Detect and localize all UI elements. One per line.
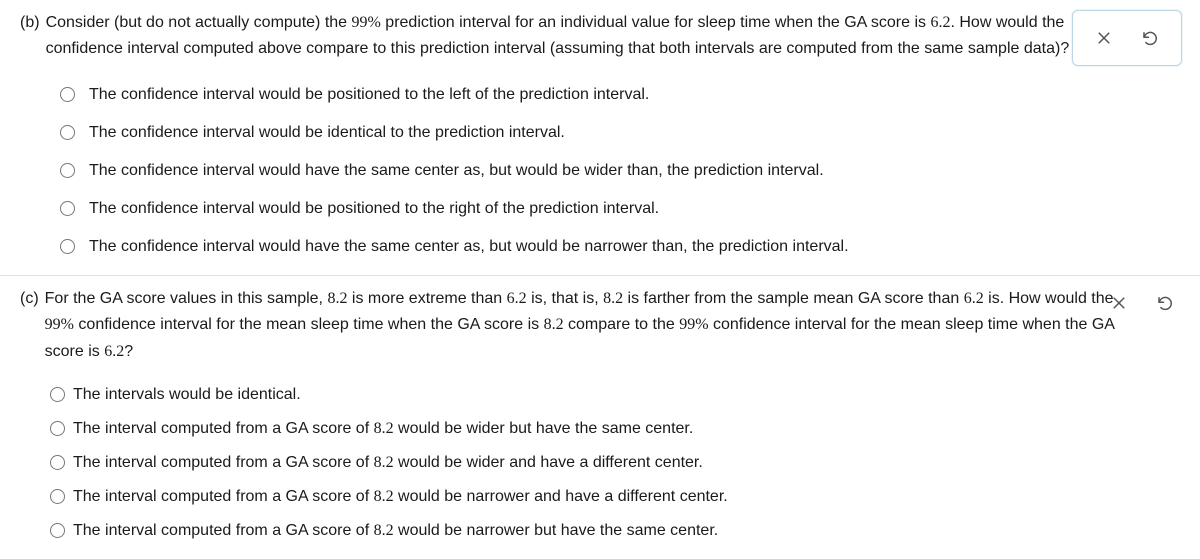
radio-input[interactable]: [50, 421, 65, 436]
radio-input[interactable]: [50, 489, 65, 504]
question-c: (c) For the GA score values in this sampl…: [0, 276, 1200, 559]
part-label: (b): [20, 10, 40, 36]
option[interactable]: The confidence interval would have the s…: [60, 235, 1180, 259]
question-stem: (b) Consider (but do not actually compute…: [20, 10, 1140, 63]
reset-button[interactable]: [1148, 286, 1182, 320]
clear-button[interactable]: [1102, 286, 1136, 320]
reset-button[interactable]: [1133, 21, 1167, 55]
clear-button[interactable]: [1087, 21, 1121, 55]
question-b: (b) Consider (but do not actually compute…: [0, 0, 1200, 276]
options-group: The confidence interval would be positio…: [60, 83, 1180, 259]
option-label: The interval computed from a GA score of…: [73, 485, 728, 509]
reset-icon: [1141, 29, 1159, 47]
option[interactable]: The confidence interval would be identic…: [60, 121, 1180, 145]
option-label: The interval computed from a GA score of…: [73, 417, 693, 441]
close-icon: [1095, 29, 1113, 47]
option[interactable]: The interval computed from a GA score of…: [50, 451, 1180, 475]
options-group: The intervals would be identical. The int…: [50, 383, 1180, 543]
stem-text: For the GA score values in this sample, …: [45, 286, 1140, 365]
option-label: The confidence interval would have the s…: [89, 235, 849, 259]
option-label: The confidence interval would be identic…: [89, 121, 565, 145]
action-bar: [1072, 10, 1182, 66]
option-label: The interval computed from a GA score of…: [73, 519, 718, 543]
option[interactable]: The interval computed from a GA score of…: [50, 485, 1180, 509]
option[interactable]: The confidence interval would be positio…: [60, 197, 1180, 221]
option-label: The interval computed from a GA score of…: [73, 451, 703, 475]
part-label: (c): [20, 286, 39, 312]
option-label: The confidence interval would have the s…: [89, 159, 824, 183]
option[interactable]: The intervals would be identical.: [50, 383, 1180, 407]
option-label: The intervals would be identical.: [73, 383, 301, 407]
action-bar: [1102, 286, 1182, 320]
stem-text: Consider (but do not actually compute) t…: [46, 10, 1140, 63]
radio-input[interactable]: [50, 387, 65, 402]
close-icon: [1110, 294, 1128, 312]
option[interactable]: The interval computed from a GA score of…: [50, 519, 1180, 543]
option[interactable]: The confidence interval would have the s…: [60, 159, 1180, 183]
question-stem: (c) For the GA score values in this sampl…: [20, 286, 1140, 365]
radio-input[interactable]: [60, 201, 75, 216]
option[interactable]: The confidence interval would be positio…: [60, 83, 1180, 107]
radio-input[interactable]: [60, 163, 75, 178]
radio-input[interactable]: [50, 523, 65, 538]
option-label: The confidence interval would be positio…: [89, 197, 659, 221]
option[interactable]: The interval computed from a GA score of…: [50, 417, 1180, 441]
radio-input[interactable]: [60, 125, 75, 140]
radio-input[interactable]: [50, 455, 65, 470]
option-label: The confidence interval would be positio…: [89, 83, 649, 107]
radio-input[interactable]: [60, 87, 75, 102]
reset-icon: [1156, 294, 1174, 312]
radio-input[interactable]: [60, 239, 75, 254]
